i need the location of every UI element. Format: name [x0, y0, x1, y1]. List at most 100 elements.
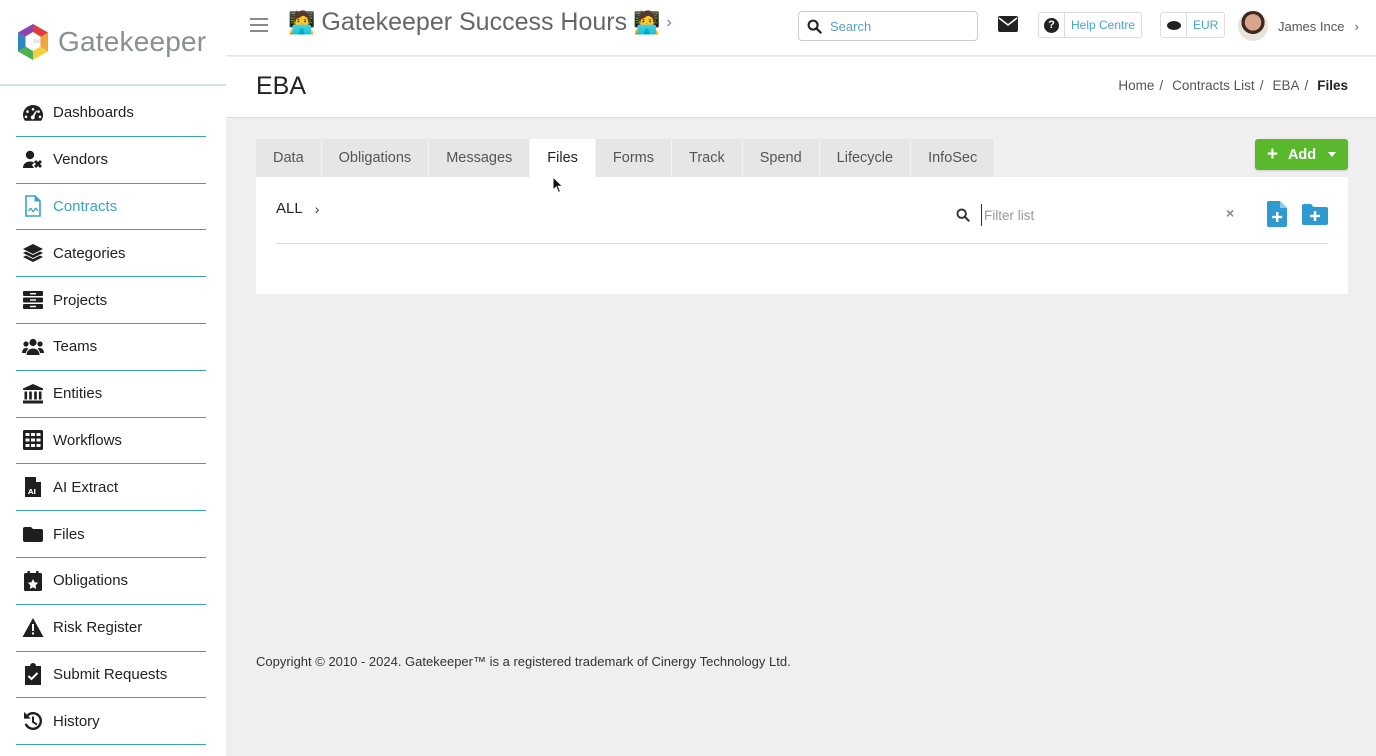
folder-breadcrumb-all[interactable]: ALL ›: [276, 200, 319, 217]
sidebar-item-entities[interactable]: Entities: [16, 371, 206, 418]
currency-selector[interactable]: EUR: [1160, 12, 1226, 38]
plus-icon: +: [1266, 144, 1278, 165]
sidebar-item-submit-requests[interactable]: Submit Requests: [16, 652, 206, 699]
workspace-emoji-right: 🧑‍💻: [633, 9, 661, 35]
workflow-icon: [22, 429, 48, 451]
sidebar-item-risk-register[interactable]: Risk Register: [16, 605, 206, 652]
breadcrumb-contract[interactable]: EBA: [1272, 78, 1299, 93]
menu-toggle-icon[interactable]: [250, 18, 268, 34]
tab-files[interactable]: Files: [530, 139, 596, 177]
search-icon: [807, 19, 822, 34]
sidebar-item-label: Projects: [53, 291, 108, 309]
ai-extract-icon: AI: [22, 476, 48, 498]
sidebar-item-label: Categories: [53, 244, 126, 262]
divider: [276, 243, 1328, 244]
folder-label: ALL: [276, 200, 303, 217]
workspace-emoji-left: 🧑‍💻: [288, 9, 316, 35]
sidebar-item-workflows[interactable]: Workflows: [16, 418, 206, 465]
files-panel: ALL › ×: [256, 177, 1348, 294]
sidebar-item-label: Risk Register: [53, 619, 143, 637]
brand-name: Gatekeeper: [58, 26, 207, 57]
sidebar-item-label: Obligations: [53, 572, 129, 590]
sidebar-item-label: Contracts: [53, 197, 118, 215]
add-button-label: Add: [1287, 146, 1317, 163]
sidebar-item-teams[interactable]: Teams: [16, 324, 206, 371]
sidebar-item-contracts[interactable]: Contracts: [16, 184, 206, 231]
filter-list-input[interactable]: [981, 204, 1221, 226]
tab-forms[interactable]: Forms: [595, 139, 672, 177]
contract-icon: [22, 195, 48, 218]
coins-icon: [1166, 20, 1181, 30]
search-icon: [956, 208, 970, 222]
warning-icon: [22, 617, 48, 639]
breadcrumb-current: Files: [1317, 78, 1348, 93]
calendar-icon: [22, 570, 48, 592]
caret-down-icon: [1328, 152, 1337, 157]
sidebar-item-label: AI Extract: [53, 478, 119, 496]
top-bar: 🧑‍💻 Gatekeeper Success Hours 🧑‍💻 › ? Hel…: [226, 0, 1376, 56]
sidebar-item-label: History: [53, 712, 100, 730]
tab-obligations[interactable]: Obligations: [321, 139, 430, 177]
gatekeeper-logo-icon: [18, 24, 48, 60]
help-centre-button[interactable]: ? Help Centre: [1038, 12, 1143, 38]
sidebar-item-label: Entities: [53, 385, 103, 403]
breadcrumb-contracts-list[interactable]: Contracts List: [1172, 78, 1255, 93]
dashboard-icon: [22, 102, 48, 124]
currency-label: EUR: [1193, 18, 1219, 32]
sidebar-item-files[interactable]: Files: [16, 511, 206, 558]
tab-spend[interactable]: Spend: [742, 139, 820, 177]
breadcrumb-home[interactable]: Home: [1118, 78, 1154, 93]
mouse-pointer-icon: [552, 176, 564, 194]
sidebar-item-vendors[interactable]: Vendors: [16, 137, 206, 184]
sidebar-item-label: Workflows: [53, 431, 122, 449]
question-icon: ?: [1044, 17, 1059, 33]
contract-tabs: Data Obligations Messages Files Forms Track Sp…: [256, 139, 996, 177]
team-icon: [22, 336, 48, 358]
sidebar-item-obligations[interactable]: Obligations: [16, 558, 206, 605]
tab-messages[interactable]: Messages: [429, 139, 531, 177]
brand-logo[interactable]: Gatekeeper: [0, 0, 226, 86]
chevron-right-icon: ›: [1354, 18, 1359, 34]
sidebar-item-ai-extract[interactable]: AI AI Extract: [16, 464, 206, 512]
sidebar-item-dashboards[interactable]: Dashboards: [16, 90, 206, 137]
sidebar-item-label: Submit Requests: [53, 665, 168, 683]
add-button[interactable]: + Add: [1255, 139, 1348, 170]
clipboard-check-icon: [22, 663, 48, 686]
clear-filter-icon[interactable]: ×: [1226, 205, 1234, 221]
sidebar-item-history[interactable]: History: [16, 698, 206, 746]
sidebar-item-label: Files: [53, 525, 85, 543]
vendor-icon: [22, 149, 48, 171]
tab-data[interactable]: Data: [256, 139, 322, 177]
user-menu[interactable]: James Ince ›: [1238, 11, 1359, 41]
tab-lifecycle[interactable]: Lifecycle: [819, 139, 912, 177]
workspace-title: Gatekeeper Success Hours: [321, 8, 628, 36]
tab-infosec[interactable]: InfoSec: [911, 139, 996, 177]
global-search[interactable]: [798, 11, 978, 41]
svg-text:AI: AI: [28, 488, 36, 496]
avatar: [1238, 11, 1268, 41]
sidebar-item-label: Teams: [53, 338, 98, 356]
new-folder-icon[interactable]: [1302, 204, 1328, 225]
project-icon: [22, 289, 48, 311]
mail-icon[interactable]: [998, 16, 1018, 32]
history-icon: [22, 710, 48, 732]
sidebar-nav: Dashboards Vendors Contracts Categories Proj…: [0, 86, 226, 746]
user-name: James Ince: [1278, 18, 1345, 34]
help-centre-label: Help Centre: [1071, 18, 1136, 32]
folder-icon: [22, 523, 48, 545]
page-header: EBA Home / Contracts List / EBA / Files: [226, 57, 1376, 118]
search-input[interactable]: [830, 18, 970, 34]
page-title: EBA: [256, 72, 307, 100]
chevron-right-icon: ›: [314, 200, 320, 217]
sidebar: Gatekeeper Dashboards Vendors Contracts Cat…: [0, 0, 226, 756]
sidebar-item-projects[interactable]: Projects: [16, 277, 206, 324]
layers-icon: [22, 242, 48, 264]
sidebar-item-categories[interactable]: Categories: [16, 230, 206, 278]
workspace-switcher[interactable]: 🧑‍💻 Gatekeeper Success Hours 🧑‍💻 ›: [288, 8, 672, 37]
breadcrumb: Home / Contracts List / EBA / Files: [1118, 78, 1348, 93]
tab-track[interactable]: Track: [672, 139, 743, 177]
bank-icon: [22, 383, 48, 405]
sidebar-item-label: Vendors: [53, 151, 109, 169]
new-file-icon[interactable]: [1267, 201, 1287, 227]
sidebar-item-label: Dashboards: [53, 104, 134, 122]
